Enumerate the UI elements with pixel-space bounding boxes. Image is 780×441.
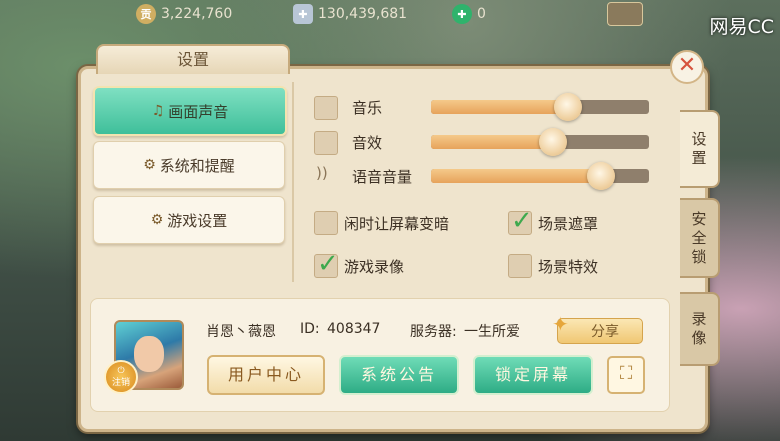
logout-label: 注销 xyxy=(111,378,130,388)
dialog-title: 设置 xyxy=(96,44,290,74)
voice-slider-fill xyxy=(431,169,602,183)
effects-setting: 音效 xyxy=(314,128,654,156)
menu-item-system-alerts[interactable]: ⚙ 系统和提醒 xyxy=(93,141,285,189)
effects-slider[interactable] xyxy=(431,128,649,156)
announcement-button[interactable]: 系统公告 xyxy=(339,355,459,395)
effects-slider-fill xyxy=(431,135,554,149)
voice-label: 语音音量 xyxy=(352,168,413,186)
scene-mask-checkbox[interactable]: ✓ xyxy=(508,206,533,236)
coins-resource: 贡 3,224,760 xyxy=(136,4,232,24)
jade-icon: ✚ xyxy=(452,4,472,24)
music-checkbox[interactable] xyxy=(314,96,338,120)
recording-checkbox[interactable]: ✓ xyxy=(314,249,339,279)
close-icon[interactable]: ✕ xyxy=(670,50,704,84)
checkmark-icon: ✓ xyxy=(317,249,339,279)
divider xyxy=(292,82,294,282)
music-slider-fill xyxy=(431,100,569,114)
music-slider[interactable] xyxy=(431,93,649,121)
tab-label: 录像 xyxy=(691,310,707,347)
gears-icon: ⚙ xyxy=(143,157,156,173)
voice-slider[interactable] xyxy=(431,162,649,190)
logout-button[interactable]: ⏻ 注销 xyxy=(104,360,138,394)
menu-item-label: 系统和提醒 xyxy=(159,156,235,175)
menu-item-game-settings[interactable]: ⚙ 游戏设置 xyxy=(93,196,285,244)
voice-slider-handle[interactable] xyxy=(587,162,616,190)
tab-label: 安全锁 xyxy=(691,209,707,266)
gears-icon: ⚙ xyxy=(150,212,164,228)
music-label: 音乐 xyxy=(352,99,383,117)
share-icon: ✦ xyxy=(552,312,569,336)
silver-icon: ✚ xyxy=(293,4,313,24)
avatar-face xyxy=(134,336,164,372)
voice-setting: )) 语音音量 xyxy=(314,162,654,190)
effects-slider-handle[interactable] xyxy=(539,128,568,156)
tab-recordings[interactable]: 录像 xyxy=(680,292,720,366)
server-name: 一生所爱 xyxy=(464,324,520,340)
menu-shortcut-icon[interactable] xyxy=(607,2,643,26)
menu-item-display-sound[interactable]: ♫ 画面声音 xyxy=(93,86,287,136)
jade-resource: ✚ 0 xyxy=(452,4,486,24)
player-id-label: ID: xyxy=(300,321,320,337)
effects-checkbox[interactable] xyxy=(314,131,338,155)
coin-icon: 贡 xyxy=(136,4,156,24)
player-id: 408347 xyxy=(327,321,381,337)
tab-label: 设置 xyxy=(691,130,707,167)
checkmark-icon: ✓ xyxy=(511,206,533,236)
tab-settings[interactable]: 设置 xyxy=(680,110,720,188)
scene-mask-label: 场景遮罩 xyxy=(538,215,599,233)
recording-label: 游戏录像 xyxy=(344,258,405,276)
share-button[interactable]: ✦ 分享 xyxy=(552,312,643,344)
speaker-icon: )) xyxy=(316,164,328,182)
player-name: 肖恩丶薇恩 xyxy=(206,324,276,340)
watermark: 网易CC xyxy=(709,16,774,38)
server-label: 服务器: xyxy=(410,324,457,340)
menu-item-label: 画面声音 xyxy=(168,102,229,121)
user-center-button[interactable]: 用户中心 xyxy=(207,355,325,395)
top-resource-bar: 贡 3,224,760 ✚ 130,439,681 ✚ 0 xyxy=(0,0,780,30)
scene-effects-label: 场景特效 xyxy=(538,258,599,276)
music-slider-handle[interactable] xyxy=(554,93,583,121)
coins-value: 3,224,760 xyxy=(161,6,233,22)
share-label: 分享 xyxy=(591,324,619,340)
power-icon: ⏻ xyxy=(117,366,125,376)
silver-resource: ✚ 130,439,681 xyxy=(293,4,407,24)
dim-screen-label: 闲时让屏幕变暗 xyxy=(344,215,450,233)
dim-screen-checkbox[interactable] xyxy=(314,211,338,235)
effects-label: 音效 xyxy=(352,134,383,152)
screen-mode-icon[interactable]: ⛶ xyxy=(607,356,645,394)
scene-effects-checkbox[interactable] xyxy=(508,254,532,278)
silver-value: 130,439,681 xyxy=(318,6,408,22)
music-note-icon: ♫ xyxy=(151,103,165,119)
jade-value: 0 xyxy=(477,6,486,22)
tab-security-lock[interactable]: 安全锁 xyxy=(680,198,720,278)
menu-item-label: 游戏设置 xyxy=(167,211,228,230)
lock-screen-button[interactable]: 锁定屏幕 xyxy=(473,355,593,395)
music-setting: 音乐 xyxy=(314,93,654,121)
